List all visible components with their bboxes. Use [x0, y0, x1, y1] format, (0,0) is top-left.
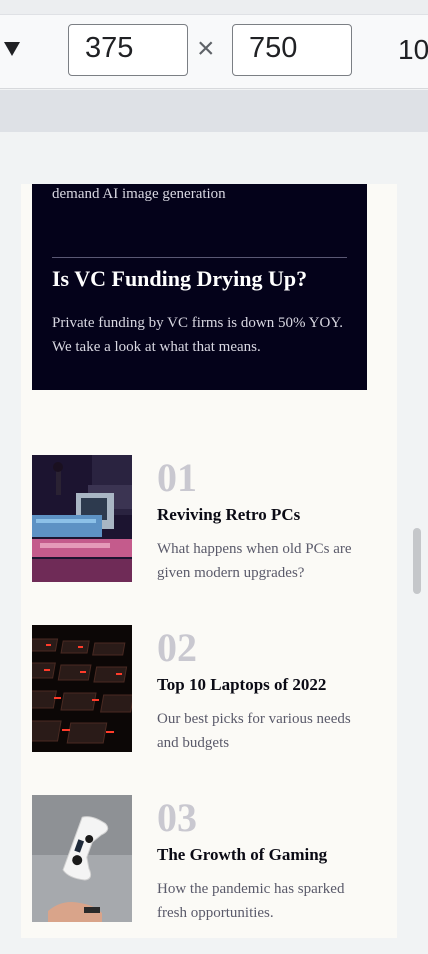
card-divider — [52, 257, 347, 258]
article-item[interactable]: 01 Reviving Retro PCs What happens when … — [32, 455, 362, 583]
article-description: What happens when old PCs are given mode… — [157, 541, 352, 581]
article-item[interactable]: 02 Top 10 Laptops of 2022 Our best picks… — [32, 625, 362, 753]
featured-description: Private funding by VC firms is down 50% … — [52, 315, 343, 355]
article-number: 02 — [157, 625, 197, 670]
featured-card[interactable]: What are the possible adverse effects of… — [32, 184, 367, 390]
width-input[interactable]: 375 — [68, 24, 188, 76]
height-input[interactable]: 750 — [232, 24, 352, 76]
featured-title[interactable]: Is VC Funding Drying Up? — [52, 266, 307, 292]
article-item[interactable]: 03 The Growth of Gaming How the pandemic… — [32, 795, 362, 923]
article-title[interactable]: The Growth of Gaming — [157, 845, 327, 865]
laptop-keyboard-image[interactable] — [32, 625, 132, 752]
article-description: How the pandemic has sparked fresh oppor… — [157, 881, 345, 921]
zoom-select[interactable]: 10 — [398, 34, 428, 66]
article-number: 03 — [157, 795, 197, 840]
times-icon: × — [197, 32, 215, 65]
article-description: Our best picks for various needs and bud… — [157, 711, 351, 751]
previous-article-description: What are the possible adverse effects of… — [52, 186, 226, 202]
retro-pc-image[interactable] — [32, 455, 132, 582]
device-toolbar: 375 × 750 10 — [0, 0, 428, 89]
page-viewport: What are the possible adverse effects of… — [21, 184, 397, 938]
article-title[interactable]: Top 10 Laptops of 2022 — [157, 675, 326, 695]
article-number: 01 — [157, 455, 197, 500]
game-controller-image[interactable] — [32, 795, 132, 922]
article-title[interactable]: Reviving Retro PCs — [157, 505, 300, 525]
ruler-strip — [0, 90, 428, 132]
toolbar-top-strip — [0, 0, 428, 15]
dropdown-caret-icon[interactable] — [4, 42, 20, 56]
scrollbar-thumb[interactable] — [413, 528, 421, 594]
